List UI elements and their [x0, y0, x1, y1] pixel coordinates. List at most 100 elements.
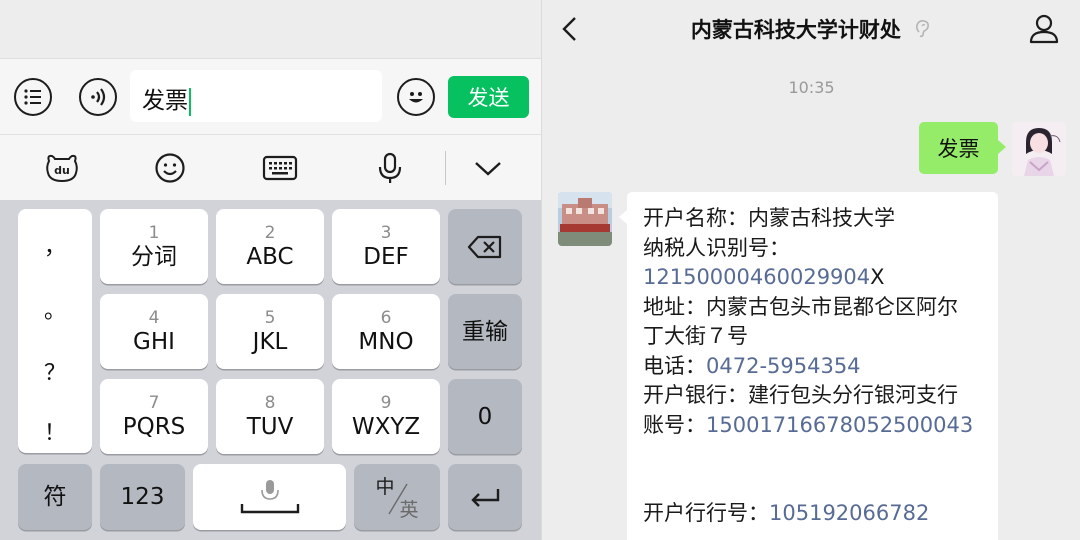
bank-line: 开户银行：建行包头分行银河支行	[643, 381, 982, 411]
key-5[interactable]: 5 JKL	[216, 294, 324, 369]
symbols-button[interactable]: 符	[18, 464, 92, 530]
key-7[interactable]: 7 PQRS	[100, 379, 208, 454]
key-digit: 6	[380, 307, 392, 328]
key-6[interactable]: 6 MNO	[332, 294, 440, 369]
microphone-icon[interactable]	[370, 149, 410, 187]
my-avatar[interactable]	[1012, 122, 1066, 176]
address-label: 地址：	[643, 294, 706, 319]
punct-question[interactable]: ？	[18, 355, 92, 387]
keyboard-toolbar: du	[0, 134, 541, 200]
key-2[interactable]: 2 ABC	[216, 209, 324, 284]
punct-comma[interactable]: ，	[18, 229, 92, 261]
bank-code-line: 开户行行号：105192066782	[643, 499, 982, 529]
collapse-chevron-down-icon[interactable]	[468, 149, 508, 187]
message-input-text: 发票	[142, 88, 188, 114]
account-number-line: 账号：15001716678052500043	[643, 411, 982, 441]
voice-wave-icon	[91, 88, 106, 106]
contact-message-bubble[interactable]: 开户名称：内蒙古科技大学 纳税人识别号： 12150000460029904X …	[619, 192, 998, 540]
tax-id-suffix: X	[870, 265, 885, 289]
voice-mode-button[interactable]	[79, 78, 117, 116]
key-label: TUV	[246, 413, 294, 440]
bank-code-label: 开户行行号：	[643, 501, 769, 525]
svg-text:du: du	[54, 164, 70, 177]
key-label: GHI	[133, 328, 175, 355]
backspace-icon	[467, 235, 502, 258]
key-digit: 2	[264, 222, 276, 243]
chat-panel: 内蒙古科技大学计财处 10:35 发票 开户名称：内蒙古科技大学 纳税人识别号：…	[541, 0, 1080, 540]
reinput-label: 重输	[462, 318, 508, 345]
symbols-label: 符	[43, 484, 67, 510]
tax-id-line: 12150000460029904X	[643, 263, 982, 293]
address-line-1: 地址：内蒙古包头市昆都仑区阿尔	[643, 293, 982, 323]
key-digit: 8	[264, 392, 276, 413]
my-message-bubble[interactable]: 发票	[919, 122, 1006, 174]
key-digit: 7	[148, 392, 160, 413]
key-label: MNO	[358, 328, 414, 355]
space-mic-icon	[240, 480, 299, 514]
tax-id-label: 纳税人识别号：	[643, 235, 790, 260]
chat-title: 内蒙古科技大学计财处	[542, 14, 1080, 44]
contact-info-button[interactable]	[1027, 12, 1061, 46]
account-name-label: 开户名称：	[643, 206, 748, 230]
key-label: DEF	[363, 243, 409, 270]
key-label: 0	[477, 403, 493, 430]
baidu-logo-icon[interactable]: du	[42, 149, 82, 187]
backspace-button[interactable]	[448, 209, 522, 284]
return-arrow-icon	[471, 489, 500, 507]
list-menu-button[interactable]	[14, 78, 52, 116]
toolbar-divider	[445, 151, 446, 185]
list-icon	[24, 89, 41, 105]
anime-avatar-image	[1012, 122, 1066, 176]
key-label: ABC	[246, 243, 294, 270]
emoji-button[interactable]	[397, 78, 435, 116]
key-label: WXYZ	[351, 413, 421, 440]
language-toggle-button[interactable]: 中 英	[354, 464, 440, 530]
keyboard-icon[interactable]	[260, 149, 300, 187]
phone-line: 电话：0472-5954354	[643, 352, 982, 382]
smiley-icon	[409, 92, 423, 103]
key-4[interactable]: 4 GHI	[100, 294, 208, 369]
send-button[interactable]: 发送	[448, 76, 529, 118]
my-message-text: 发票	[937, 137, 980, 161]
address-line-2: 丁大街７号	[643, 324, 748, 348]
ear-mute-icon	[916, 20, 930, 38]
message-input[interactable]: 发票	[130, 70, 382, 122]
person-icon	[1029, 14, 1059, 44]
text-caret	[189, 87, 191, 116]
zh-en-switch-icon: 中 英	[375, 476, 418, 521]
punct-exclaim[interactable]: ！	[18, 415, 92, 447]
key-3[interactable]: 3 DEF	[332, 209, 440, 284]
phone-link[interactable]: 0472-5954354	[706, 354, 861, 378]
lang-en-text: 英	[399, 499, 418, 521]
account-number-link[interactable]: 15001716678052500043	[706, 413, 973, 437]
input-bar: 发票 发送	[0, 58, 541, 134]
punct-period[interactable]: 。	[18, 293, 92, 325]
space-button[interactable]	[193, 464, 346, 530]
key-label: 分词	[131, 243, 177, 270]
key-digit: 1	[148, 222, 160, 243]
message-timestamp: 10:35	[788, 78, 835, 97]
numbers-button[interactable]: 123	[100, 464, 185, 530]
key-label: PQRS	[122, 413, 186, 440]
chat-title-text: 内蒙古科技大学计财处	[690, 18, 901, 42]
emoticon-icon[interactable]	[150, 149, 190, 187]
address-value-1: 内蒙古包头市昆都仑区阿尔	[706, 294, 958, 319]
key-0[interactable]: 0	[448, 379, 522, 454]
blank-gap	[643, 440, 982, 499]
tax-id-link-end[interactable]: 4	[857, 265, 870, 289]
key-9[interactable]: 9 WXYZ	[332, 379, 440, 454]
contact-avatar[interactable]	[558, 192, 612, 246]
tax-id-link[interactable]: 1215000046002990	[643, 265, 857, 289]
chat-area-top	[0, 0, 541, 58]
enter-button[interactable]	[448, 464, 522, 530]
key-digit: 4	[148, 307, 160, 328]
key-digit: 9	[380, 392, 392, 413]
numbers-label: 123	[120, 484, 165, 510]
bank-code-link[interactable]: 105192066782	[769, 501, 929, 525]
chat-header: 内蒙古科技大学计财处	[542, 0, 1080, 58]
punctuation-column[interactable]: ， 。 ？ ！	[18, 209, 92, 453]
key-1[interactable]: 1 分词	[100, 209, 208, 284]
reinput-button[interactable]: 重输	[448, 294, 522, 369]
bank-label: 开户银行：	[643, 383, 748, 407]
key-8[interactable]: 8 TUV	[216, 379, 324, 454]
